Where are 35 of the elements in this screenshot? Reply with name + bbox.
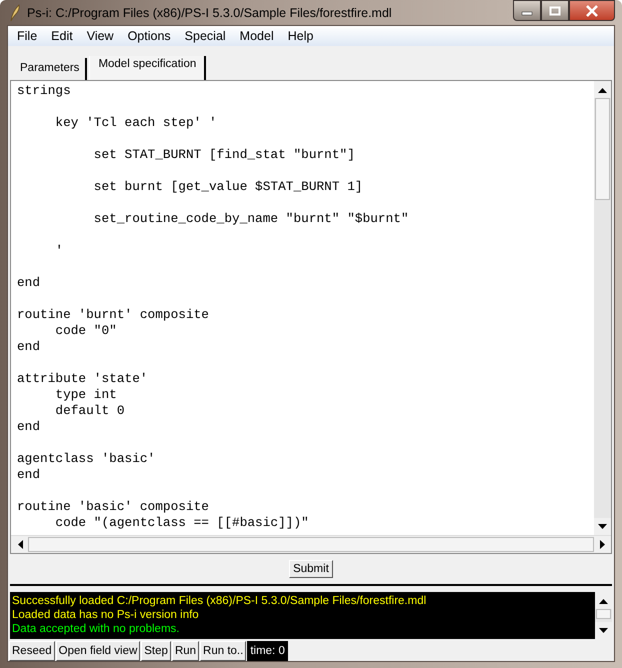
toolbar-button[interactable]: Open field view [56,641,140,661]
menu-item[interactable]: Model [232,29,281,43]
scrollbar[interactable] [11,535,611,553]
menu-item[interactable]: Edit [44,29,80,43]
scroll-thumb[interactable] [596,609,611,619]
scroll-up-icon[interactable] [598,86,607,92]
scroll-right-icon[interactable] [600,540,606,549]
maximize-icon [549,6,561,16]
scroll-left-icon[interactable] [16,540,22,549]
toolbar-button[interactable]: Run to.. [200,641,246,661]
close-button[interactable] [569,0,615,21]
toolbar-button[interactable]: Run [172,641,200,661]
scroll-thumb[interactable] [28,537,594,552]
log-line: Data accepted with no problems. [12,622,180,636]
maximize-button[interactable] [541,0,569,21]
window-title: Ps-i: C:/Program Files (x86)/PS-I 5.3.0/Sample Files/forestfire.mdl [27,6,392,20]
toolbar-button[interactable]: Step [141,641,171,661]
minimize-button[interactable] [513,0,541,21]
scroll-down-icon[interactable] [598,524,607,530]
submit-button[interactable]: Submit [289,560,333,578]
time-label: time: 0 [247,641,288,661]
log-line: Loaded data has no Ps-i version info [12,608,200,622]
toolbar-button[interactable]: Reseed [9,641,55,661]
menu-item[interactable]: Special [178,29,233,43]
scroll-down-icon[interactable] [599,628,608,634]
menu-item[interactable]: View [80,29,121,43]
close-icon [585,4,599,16]
menu-item[interactable]: Help [280,29,320,43]
menu-item[interactable]: File [10,29,44,43]
feather-icon [9,4,21,22]
scroll-thumb[interactable] [595,98,610,200]
tab[interactable]: Model specification [89,56,206,80]
menu-item[interactable]: Options [120,29,178,43]
log-line: Successfully loaded C:/Program Files (x86)/PS-I 5.3.0/Sample Files/forestfire.mdl [12,594,428,608]
scroll-up-icon[interactable] [599,598,608,604]
